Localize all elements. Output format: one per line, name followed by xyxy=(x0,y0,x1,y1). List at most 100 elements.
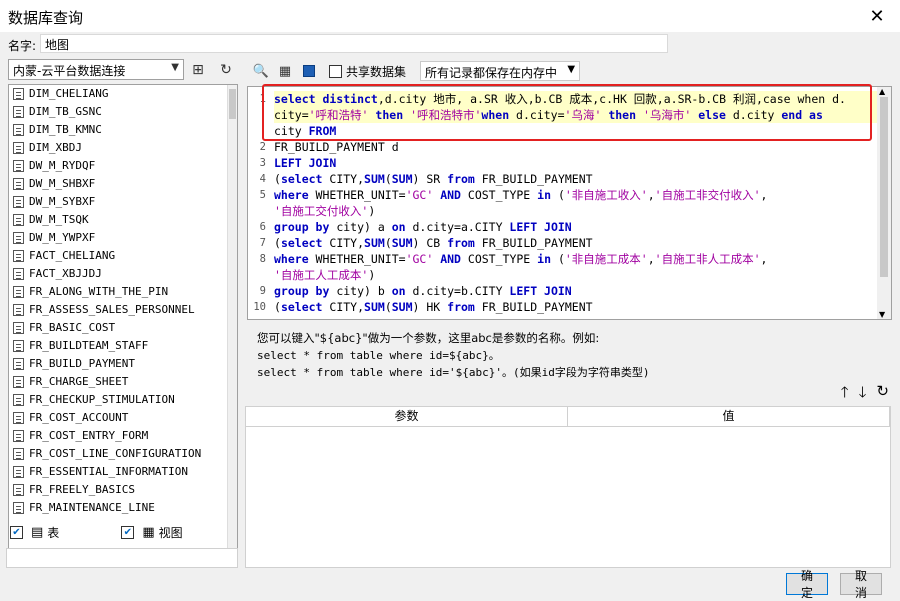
sql-editor[interactable]: 1 select distinct,d.city 地市, a.SR 收入,b.CB… xyxy=(247,86,892,320)
editor-scrollbar[interactable]: ▲ ▼ xyxy=(877,87,891,319)
sql-code[interactable]: 1 select distinct,d.city 地市, a.SR 收入,b.CB… xyxy=(253,91,878,315)
view-checkbox[interactable]: ✔ xyxy=(121,525,135,539)
code-line[interactable]: 3 LEFT JOIN xyxy=(260,155,878,171)
code-line[interactable]: 5 where WHETHER_UNIT='GC' AND COST_TYPE i… xyxy=(260,187,878,203)
table-list-item[interactable]: DW_M_SHBXF xyxy=(9,175,237,193)
arrow-up-icon[interactable]: 🡑 xyxy=(841,382,849,407)
table-list-item[interactable]: FR_MAINTENANCE_LINE xyxy=(9,499,237,517)
table-list-item[interactable]: FR_BASIC_COST xyxy=(9,319,237,337)
code-line[interactable]: 8 where WHETHER_UNIT='GC' AND COST_TYPE i… xyxy=(260,251,878,267)
table-list-item[interactable]: FR_ESSENTIAL_INFORMATION xyxy=(9,463,237,481)
scroll-up-icon[interactable]: ▲ xyxy=(879,87,885,96)
code-line[interactable]: '自施工人工成本') xyxy=(274,267,878,283)
scroll-down-icon[interactable]: ▼ xyxy=(879,310,885,319)
scrollbar-thumb[interactable] xyxy=(229,89,236,119)
query-dialog: 数据库查询 ✕ 名字: 地图 内蒙-云平台数据连接 ▼ ⊞ ↻ DIM_CHEL… xyxy=(0,0,900,600)
table-icon xyxy=(13,430,24,442)
table-name: FR_FREELY_BASICS xyxy=(29,483,135,496)
ok-button[interactable]: 确定 xyxy=(786,569,828,600)
code-line[interactable]: 1 select distinct,d.city 地市, a.SR 收入,b.CB… xyxy=(260,91,878,107)
table-name: FR_ASSESS_SALES_PERSONNEL xyxy=(29,303,195,316)
title-bar: 数据库查询 ✕ xyxy=(0,0,900,32)
memory-mode-select[interactable]: 所有记录都保存在内存中 ▼ xyxy=(420,61,581,81)
table-list-item[interactable]: DIM_XBDJ xyxy=(9,139,237,157)
datasource-value: 内蒙-云平台数据连接 xyxy=(13,64,126,78)
table-list-item[interactable]: DW_M_SYBXF xyxy=(9,193,237,211)
arrow-down-icon[interactable]: 🡓 xyxy=(859,382,867,407)
table-list-scrollbar[interactable] xyxy=(227,85,237,567)
table-list-item[interactable]: FACT_XBJJDJ xyxy=(9,265,237,283)
format-icon[interactable] xyxy=(297,60,321,82)
save-icon[interactable]: ▦ xyxy=(273,60,297,82)
cancel-button[interactable]: 取消 xyxy=(840,569,882,600)
table-list-item[interactable]: FR_ASSESS_SALES_PERSONNEL xyxy=(9,301,237,319)
table-list-item[interactable]: DW_M_YWPXF xyxy=(9,229,237,247)
editor-scrollbar-thumb[interactable] xyxy=(880,97,888,277)
line-number: 10 xyxy=(253,301,266,313)
table-list-item[interactable]: FR_FREELY_BASICS xyxy=(9,481,237,499)
table-name: FR_ESSENTIAL_INFORMATION xyxy=(29,465,188,478)
table-list-item[interactable]: FR_COST_LINE_CONFIGURATION xyxy=(9,445,237,463)
table-checkbox[interactable]: ✔ xyxy=(10,525,23,539)
table-icon xyxy=(13,484,24,496)
table-list-item[interactable]: DW_M_TSQK xyxy=(9,211,237,229)
table-list-item[interactable]: FR_COST_ACCOUNT xyxy=(9,409,237,427)
code-line[interactable]: 10 (select CITY,SUM(SUM) HK from FR_BUILD… xyxy=(253,299,878,315)
table-icon xyxy=(13,448,24,460)
code-text: city FROM xyxy=(274,124,337,138)
table-name: FR_BUILDTEAM_STAFF xyxy=(29,339,149,352)
code-line[interactable]: '自施工交付收入') xyxy=(274,203,878,219)
table-name: FR_MAINTENANCE_LINE xyxy=(29,501,155,514)
name-label: 名字: xyxy=(8,39,37,53)
param-col-name: 参数 xyxy=(246,407,568,426)
code-line[interactable]: city='呼和浩特' then '呼和浩特市'when d.city='乌海'… xyxy=(274,107,878,123)
line-number: 5 xyxy=(259,189,266,201)
code-text: select distinct,d.city 地市, a.SR 收入,b.CB … xyxy=(274,92,846,106)
share-dataset[interactable]: 共享数据集 xyxy=(329,63,406,80)
code-line[interactable]: 9 group by city) b on d.city=b.CITY LEFT … xyxy=(260,283,878,299)
table-list-item[interactable]: FR_COST_ENTRY_FORM xyxy=(9,427,237,445)
table-list-item[interactable]: FR_CHECKUP_STIMULATION xyxy=(9,391,237,409)
refresh-icon[interactable]: ↻ xyxy=(214,59,238,80)
table-name: FACT_XBJJDJ xyxy=(29,267,102,280)
table-icon xyxy=(13,160,24,172)
table-name: FR_COST_LINE_CONFIGURATION xyxy=(29,447,202,460)
table-icon xyxy=(13,268,24,280)
datasource-select[interactable]: 内蒙-云平台数据连接 ▼ xyxy=(8,59,184,80)
code-line[interactable]: city FROM xyxy=(274,123,878,139)
table-name: DIM_CHELIANG xyxy=(29,87,109,100)
table-list-item[interactable]: DW_M_RYDQF xyxy=(9,157,237,175)
table-name: DW_M_TSQK xyxy=(29,213,89,226)
code-line[interactable]: 2 FR_BUILD_PAYMENT d xyxy=(260,139,878,155)
table-name: DIM_TB_GSNC xyxy=(29,105,102,118)
table-name: FR_COST_ENTRY_FORM xyxy=(29,429,149,442)
filter-checks: ✔ ▤ 表 ✔ ▦ 视图 xyxy=(10,522,183,542)
code-line[interactable]: 4 (select CITY,SUM(SUM) SR from FR_BUILD_… xyxy=(260,171,878,187)
preview-icon[interactable]: 🔍 xyxy=(249,60,273,82)
table-icon xyxy=(13,358,24,370)
name-row: 名字: 地图 xyxy=(0,32,900,56)
table-list-item[interactable]: DIM_CHELIANG xyxy=(9,85,237,103)
refresh-icon[interactable]: ↻ xyxy=(876,382,889,407)
table-list[interactable]: DIM_CHELIANG DIM_TB_GSNC DIM_TB_KMNC DIM_XB… xyxy=(8,84,238,568)
param-table[interactable]: 参数 值 xyxy=(245,406,891,568)
table-icon xyxy=(13,394,24,406)
view-icon: ▦ xyxy=(142,524,155,540)
table-list-item[interactable]: FR_BUILD_PAYMENT xyxy=(9,355,237,373)
name-input[interactable]: 地图 xyxy=(40,34,668,53)
table-icon xyxy=(13,304,24,316)
table-list-item[interactable]: FR_BUILDTEAM_STAFF xyxy=(9,337,237,355)
share-checkbox[interactable] xyxy=(329,64,342,78)
table-search-input[interactable] xyxy=(6,548,238,568)
code-text: LEFT JOIN xyxy=(274,156,337,170)
edit-connection-icon[interactable]: ⊞ xyxy=(186,59,210,80)
table-list-item[interactable]: FACT_CHELIANG xyxy=(9,247,237,265)
table-list-item[interactable]: DIM_TB_KMNC xyxy=(9,121,237,139)
table-list-item[interactable]: DIM_TB_GSNC xyxy=(9,103,237,121)
code-line[interactable]: 7 (select CITY,SUM(SUM) CB from FR_BUILD_… xyxy=(260,235,878,251)
table-list-item[interactable]: FR_ALONG_WITH_THE_PIN xyxy=(9,283,237,301)
code-text: group by city) a on d.city=a.CITY LEFT J… xyxy=(274,220,572,234)
table-list-item[interactable]: FR_CHARGE_SHEET xyxy=(9,373,237,391)
code-line[interactable]: 6 group by city) a on d.city=a.CITY LEFT … xyxy=(260,219,878,235)
close-icon[interactable]: ✕ xyxy=(854,0,900,32)
